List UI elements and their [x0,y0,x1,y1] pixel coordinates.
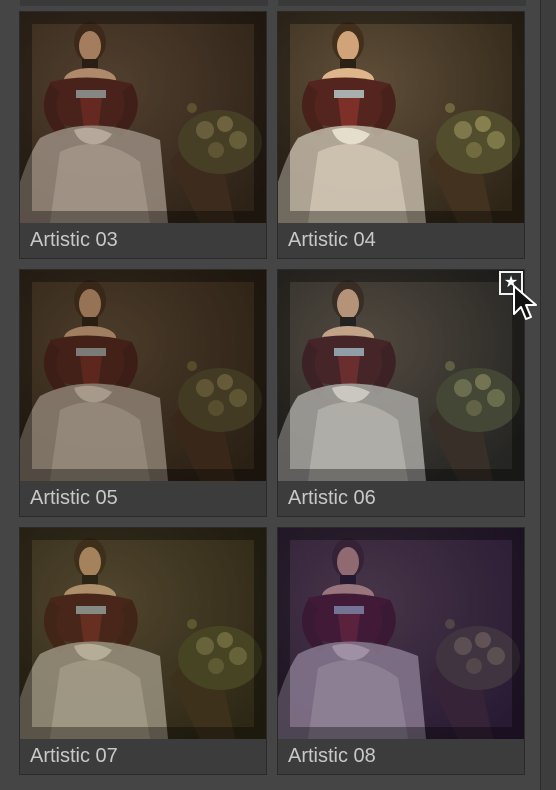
preset-thumbnail[interactable]: Artistic 06 [277,269,525,517]
preset-preview-image [20,12,266,223]
previous-row-edge [20,0,268,6]
preset-thumbnail[interactable]: Artistic 08 [277,527,525,775]
preset-label: Artistic 07 [20,739,266,774]
arrow-cursor-icon [513,285,537,320]
preset-preview-image [278,12,524,223]
preset-label: Artistic 05 [20,481,266,516]
preset-thumbnail[interactable]: Artistic 07 [19,527,267,775]
portrait-photo [278,270,524,481]
preset-label: Artistic 08 [278,739,524,774]
previous-row-edge [278,0,526,6]
preset-thumbnail[interactable]: Artistic 03 [19,11,267,259]
portrait-photo [20,12,266,223]
preset-thumbnail[interactable]: Artistic 04 [277,11,525,259]
preset-preview-image [278,270,524,481]
preset-thumbnail[interactable]: Artistic 05 [19,269,267,517]
preset-label: Artistic 04 [278,223,524,258]
preset-preview-image [20,528,266,739]
portrait-photo [20,270,266,481]
preset-grid-panel: Artistic 03 Artistic 04 Artistic 05 Arti… [0,0,540,790]
portrait-photo [20,528,266,739]
preset-label: Artistic 06 [278,481,524,516]
portrait-photo [278,528,524,739]
portrait-photo [278,12,524,223]
preset-preview-image [20,270,266,481]
preset-preview-image [278,528,524,739]
preset-label: Artistic 03 [20,223,266,258]
panel-scrollbar[interactable] [540,0,556,790]
